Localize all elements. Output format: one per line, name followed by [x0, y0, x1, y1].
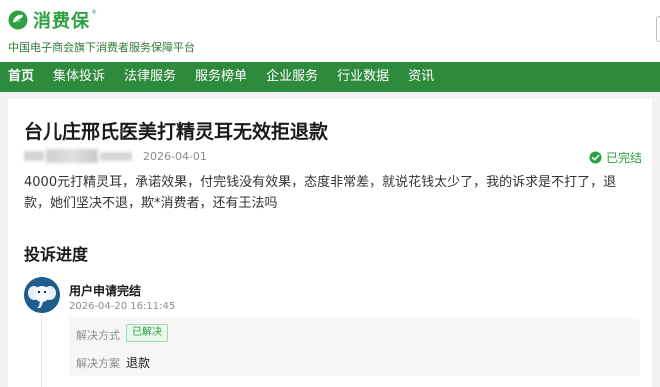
resolution-plan-label: 解决方案 — [76, 357, 120, 370]
status-badge: 已完结 — [589, 149, 642, 166]
step-time: 2026-04-20 16:11:45 — [69, 301, 176, 312]
step-title: 用户申请完结 — [69, 284, 142, 298]
complaint-date: 2026-04-01 — [143, 150, 207, 163]
complaint-title: 台儿庄邢氏医美打精灵耳无效拒退款 — [24, 121, 329, 143]
nav-item-service-rankings[interactable]: 服务榜单 — [195, 62, 247, 92]
leaf-logo-icon — [8, 10, 28, 30]
nav-item-industry-data[interactable]: 行业数据 — [337, 62, 389, 92]
site-logo[interactable]: 消费保 ® — [8, 8, 97, 32]
status-text: 已完结 — [606, 151, 643, 165]
nav-item-enterprise-services[interactable]: 企业服务 — [266, 62, 318, 92]
resolved-tag: 已解决 — [126, 324, 168, 342]
resolution-method-label: 解决方式 — [76, 329, 120, 342]
nav-item-collective-complaints[interactable]: 集体投诉 — [53, 62, 105, 92]
registered-mark: ® — [91, 8, 97, 16]
resolution-plan-value: 退款 — [126, 356, 151, 370]
site-header: 消费保 ® 中国电子商会旗下消费者服务保障平台 — [0, 0, 660, 62]
progress-section-title: 投诉进度 — [24, 245, 89, 264]
blurred-username — [24, 149, 132, 163]
main-nav: 首页 集体投诉 法律服务 服务榜单 企业服务 行业数据 资讯 — [0, 62, 660, 92]
nav-item-legal-services[interactable]: 法律服务 — [124, 62, 176, 92]
check-circle-icon — [589, 151, 602, 164]
nav-item-home[interactable]: 首页 — [8, 62, 34, 92]
timeline-line — [41, 314, 42, 387]
brand-name: 消费保 — [33, 11, 90, 32]
brand-tagline: 中国电子商会旗下消费者服务保障平台 — [8, 41, 195, 54]
header-edge-widget[interactable] — [656, 16, 660, 42]
nav-item-news[interactable]: 资讯 — [408, 62, 434, 92]
elephant-mascot-icon — [24, 277, 60, 313]
complaint-body: 4000元打精灵耳，承诺效果，付完钱没有效果，态度非常差，就说花钱太少了，我的诉… — [24, 175, 617, 211]
